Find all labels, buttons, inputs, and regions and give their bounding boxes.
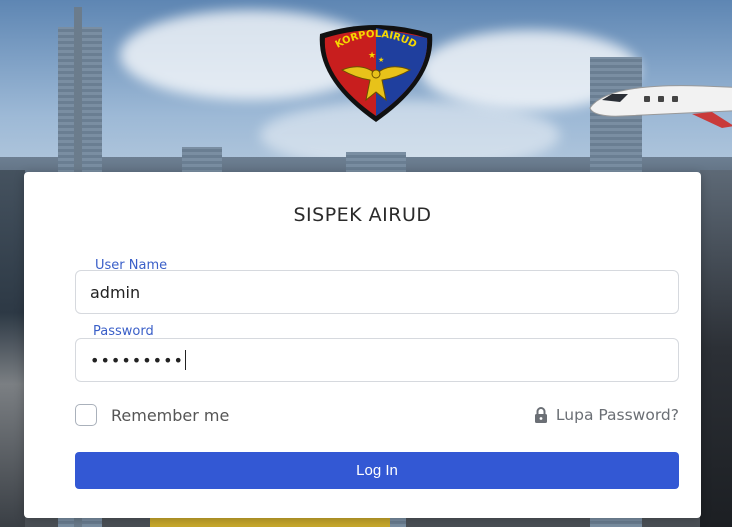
airplane-image (589, 85, 732, 128)
korpolairud-logo: KORPOLAIRUD ★ ★ (312, 22, 440, 126)
background-right-edge (700, 170, 732, 527)
password-masked-value: ••••••••• (90, 350, 184, 370)
forgot-password-label: Lupa Password? (555, 406, 679, 424)
username-input[interactable]: admin (75, 270, 679, 314)
forgot-password-link[interactable]: Lupa Password? (534, 406, 679, 424)
svg-text:★: ★ (378, 56, 384, 64)
remember-me-label: Remember me (111, 405, 230, 425)
lock-icon (534, 407, 547, 423)
app-title: SISPEK AIRUD (293, 204, 432, 226)
svg-text:★: ★ (368, 51, 376, 61)
password-label: Password (93, 324, 154, 339)
login-card: SISPEK AIRUD User Name admin Password ••… (24, 172, 701, 518)
background-left-edge (0, 170, 25, 527)
username-value: admin (90, 282, 141, 302)
password-input[interactable]: ••••••••• (75, 338, 679, 382)
remember-me-checkbox[interactable] (75, 404, 97, 426)
text-caret (184, 350, 187, 370)
login-button[interactable]: Log In (75, 452, 679, 489)
remember-me[interactable]: Remember me (75, 404, 229, 426)
